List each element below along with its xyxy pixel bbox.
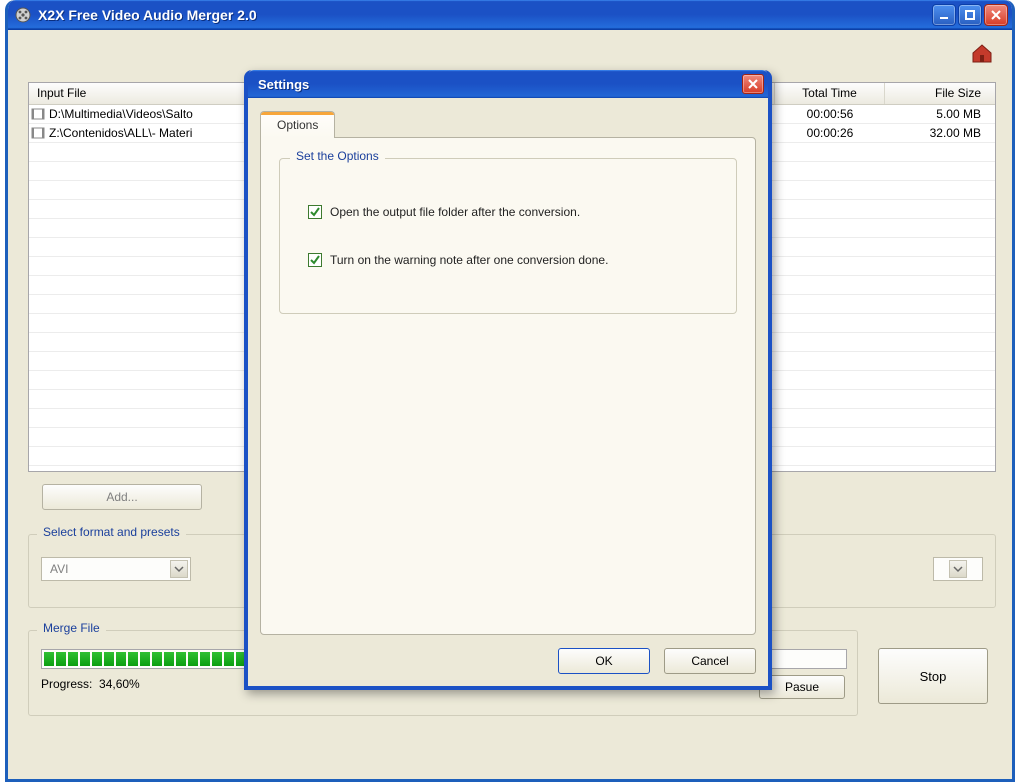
cancel-button[interactable]: Cancel [664,648,756,674]
tab-page-options: Set the Options Open the output file fol… [260,137,756,635]
stop-button[interactable]: Stop [878,648,988,704]
minimize-button[interactable] [932,4,956,26]
progress-segment [212,652,222,666]
progress-segment [176,652,186,666]
chevron-down-icon [949,560,967,578]
progress-segment [188,652,198,666]
home-icon[interactable] [970,42,994,67]
option-label: Turn on the warning note after one conve… [330,253,608,267]
maximize-button[interactable] [958,4,982,26]
options-fieldset-legend: Set the Options [290,149,385,163]
preset-combo[interactable] [933,557,983,581]
video-file-icon [29,126,47,140]
file-size: 5.00 MB [885,107,995,121]
progress-segment [80,652,90,666]
file-time: 00:00:26 [775,126,885,140]
progress-segment [200,652,210,666]
progress-segment [140,652,150,666]
progress-segment [104,652,114,666]
checkbox-checked-icon[interactable] [308,253,322,267]
tab-strip: Options [260,110,756,138]
app-icon [14,6,32,24]
progress-segment [116,652,126,666]
settings-dialog: Settings Options Set the Options Open th… [244,70,772,690]
video-file-icon [29,107,47,121]
checkbox-checked-icon[interactable] [308,205,322,219]
ok-button[interactable]: OK [558,648,650,674]
progress-segment [164,652,174,666]
progress-text: Progress: 34,60% [41,677,140,691]
format-combo[interactable]: AVI [41,557,191,581]
tab-options[interactable]: Options [260,111,335,138]
progress-segment [44,652,54,666]
format-selected: AVI [50,562,68,576]
main-title: X2X Free Video Audio Merger 2.0 [38,7,932,23]
add-button[interactable]: Add... [42,484,202,510]
format-legend: Select format and presets [37,525,186,539]
merge-legend: Merge File [37,621,106,635]
chevron-down-icon [170,560,188,578]
option-warning-note[interactable]: Turn on the warning note after one conve… [308,253,708,267]
file-time: 00:00:56 [775,107,885,121]
dialog-title: Settings [258,77,742,92]
dialog-titlebar[interactable]: Settings [248,70,768,98]
progress-value: 34,60% [99,677,140,691]
progress-segment [128,652,138,666]
file-size: 32.00 MB [885,126,995,140]
progress-segment [92,652,102,666]
progress-segment [224,652,234,666]
main-titlebar[interactable]: X2X Free Video Audio Merger 2.0 [8,0,1012,30]
progress-segment [152,652,162,666]
option-open-output-folder[interactable]: Open the output file folder after the co… [308,205,708,219]
column-total-time[interactable]: Total Time [775,83,885,104]
progress-segment [56,652,66,666]
progress-segment [68,652,78,666]
option-label: Open the output file folder after the co… [330,205,580,219]
close-button[interactable] [984,4,1008,26]
column-file-size[interactable]: File Size [885,83,995,104]
options-fieldset: Set the Options Open the output file fol… [279,158,737,314]
dialog-close-button[interactable] [742,74,764,94]
